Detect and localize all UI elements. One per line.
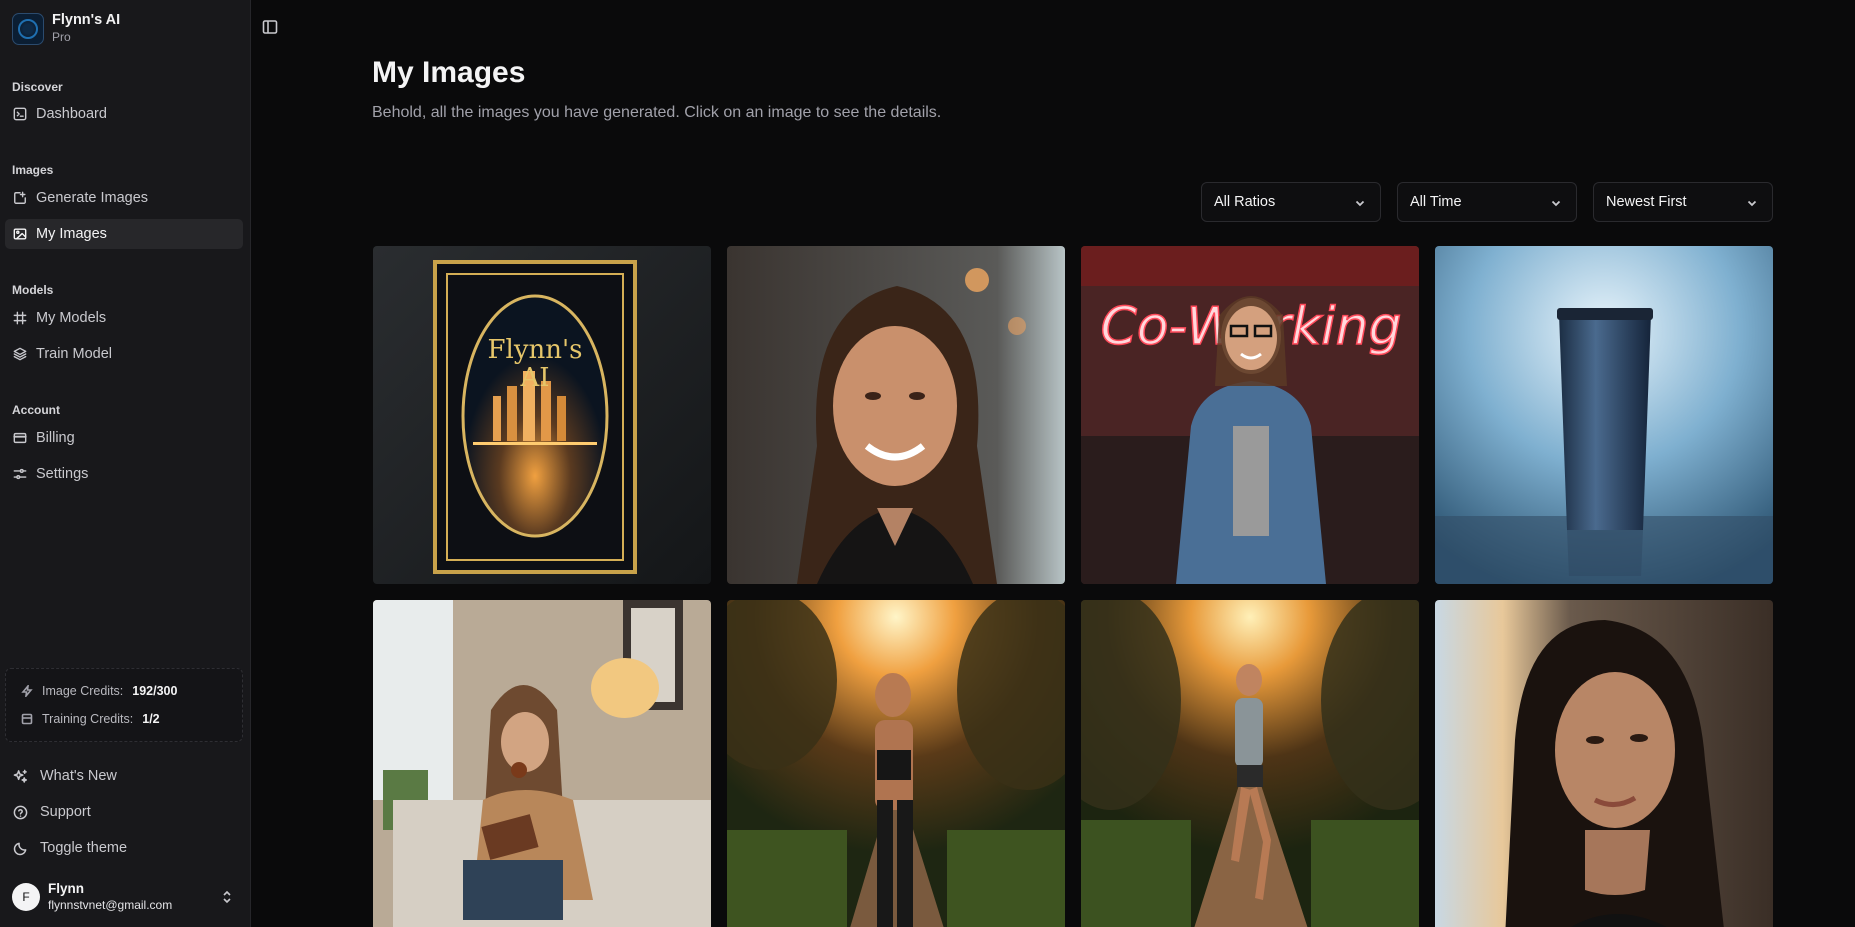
- image-credits: Image Credits: 192/300: [21, 684, 177, 698]
- chevron-down-icon: [1746, 197, 1758, 209]
- panel-left-icon: [262, 20, 278, 34]
- archive-icon: [21, 713, 33, 725]
- whats-new-link[interactable]: What's New: [5, 761, 243, 791]
- brand-switcher[interactable]: Flynn's AI Pro: [12, 12, 120, 45]
- frame-icon: [13, 311, 27, 325]
- help-circle-icon: [13, 805, 28, 819]
- image-card[interactable]: [727, 246, 1065, 584]
- moon-icon: [13, 842, 27, 855]
- section-label-account: Account: [12, 403, 60, 417]
- brand-logo: [12, 12, 44, 45]
- toggle-theme-button[interactable]: Toggle theme: [5, 833, 243, 863]
- images-icon: [13, 227, 27, 241]
- image-card[interactable]: [1435, 600, 1773, 927]
- time-filter-select[interactable]: All Time: [1397, 182, 1577, 222]
- training-credits-value: 1/2: [142, 712, 160, 726]
- training-credits: Training Credits: 1/2: [21, 712, 160, 726]
- page-subtitle: Behold, all the images you have generate…: [372, 104, 942, 121]
- image-card[interactable]: Co-Working: [1081, 246, 1419, 584]
- sidebar-item-label: Settings: [36, 466, 89, 482]
- image-plus-icon: [13, 191, 27, 205]
- sidebar-item-my-models[interactable]: My Models: [5, 303, 243, 333]
- sidebar-item-generate-images[interactable]: Generate Images: [5, 183, 243, 213]
- user-name: Flynn: [48, 881, 84, 896]
- sidebar-item-label: Dashboard: [36, 106, 107, 122]
- image-card[interactable]: [727, 600, 1065, 927]
- terminal-icon: [13, 107, 27, 121]
- book-title-line1: Flynn's: [487, 335, 582, 365]
- sidebar-item-my-images[interactable]: My Images: [5, 219, 243, 249]
- sidebar: Flynn's AI Pro Discover Dashboard Images…: [0, 0, 251, 927]
- layers-icon: [13, 347, 27, 361]
- brand-plan: Pro: [52, 30, 71, 44]
- support-link[interactable]: Support: [5, 797, 243, 827]
- sidebar-item-label: Billing: [36, 430, 75, 446]
- image-card[interactable]: [1435, 246, 1773, 584]
- sidebar-item-billing[interactable]: Billing: [5, 423, 243, 453]
- image-card[interactable]: [1081, 600, 1419, 927]
- chevrons-up-down-icon: [220, 889, 234, 905]
- sparkles-icon: [13, 769, 28, 783]
- image-card[interactable]: Flynn's AI: [373, 246, 711, 584]
- section-label-images: Images: [12, 163, 54, 177]
- sidebar-item-label: Train Model: [36, 346, 113, 362]
- credits-panel: Image Credits: 192/300 Training Credits:…: [5, 668, 243, 742]
- user-menu[interactable]: F Flynn flynnstvnet@gmail.com: [12, 880, 244, 914]
- section-label-models: Models: [12, 283, 54, 297]
- sidebar-item-settings[interactable]: Settings: [5, 459, 243, 489]
- sidebar-item-label: My Images: [36, 226, 107, 242]
- sidebar-toggle-button[interactable]: [262, 19, 278, 35]
- avatar: F: [12, 883, 40, 911]
- image-card[interactable]: [373, 600, 711, 927]
- section-label-discover: Discover: [12, 80, 63, 94]
- sort-select[interactable]: Newest First: [1593, 182, 1773, 222]
- brand-name: Flynn's AI: [52, 12, 121, 28]
- sliders-icon: [13, 467, 27, 481]
- sidebar-item-label: Generate Images: [36, 190, 149, 206]
- sidebar-item-dashboard[interactable]: Dashboard: [5, 99, 243, 129]
- ratio-filter-select[interactable]: All Ratios: [1201, 182, 1381, 222]
- sidebar-item-label: My Models: [36, 310, 107, 326]
- sidebar-item-train-model[interactable]: Train Model: [5, 339, 243, 369]
- zap-icon: [21, 685, 33, 697]
- chevron-down-icon: [1354, 197, 1366, 209]
- image-credits-value: 192/300: [132, 684, 178, 698]
- user-email: flynnstvnet@gmail.com: [48, 898, 173, 912]
- chevron-down-icon: [1550, 197, 1562, 209]
- book-title-line2: AI: [519, 363, 549, 393]
- credit-card-icon: [13, 431, 27, 445]
- page-title: My Images: [372, 56, 526, 89]
